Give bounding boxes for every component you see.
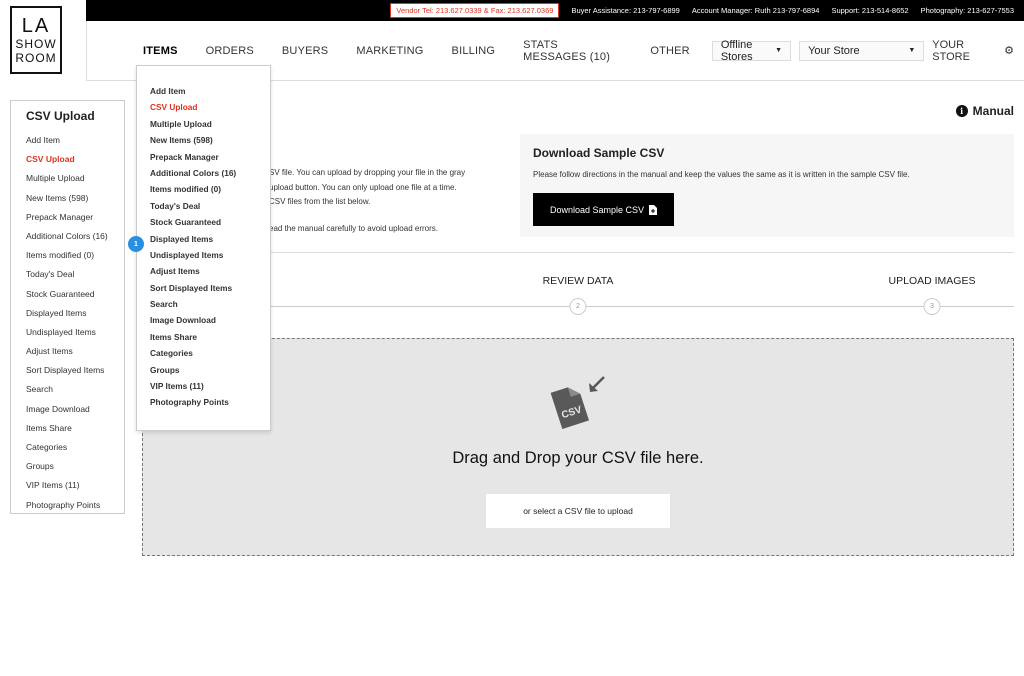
photography-contact: Photography: 213-627-7553 — [920, 6, 1014, 15]
sidebar-item-items-modified[interactable]: Items modified (0) — [26, 246, 124, 265]
step-review-data-label: REVIEW DATA — [542, 275, 614, 287]
nav-orders[interactable]: ORDERS — [206, 45, 254, 57]
dropdown-item-search[interactable]: Search — [150, 296, 270, 312]
dropdown-item-undisplayed-items[interactable]: Undisplayed Items — [150, 247, 270, 263]
vendor-contact: Vendor Tel: 213.627.0339 & Fax: 213.627.… — [390, 3, 560, 18]
nav-stats-messages[interactable]: STATS MESSAGES (10) — [523, 39, 622, 63]
sidebar-item-prepack-manager[interactable]: Prepack Manager — [26, 208, 124, 227]
dropdown-item-additional-colors[interactable]: Additional Colors (16) — [150, 165, 270, 181]
dropdown-item-categories[interactable]: Categories — [150, 345, 270, 361]
dropdown-item-multiple-upload[interactable]: Multiple Upload — [150, 116, 270, 132]
download-sample-panel: Download Sample CSV Please follow direct… — [520, 134, 1014, 237]
la-showroom-logo[interactable]: LA SHOW ROOM — [10, 6, 62, 74]
notification-badge[interactable]: 1 — [128, 236, 144, 252]
instruction-line: SV file. You can upload by dropping your… — [269, 168, 466, 177]
dropdown-item-displayed-items[interactable]: Displayed Items — [150, 231, 270, 247]
select-csv-button[interactable]: or select a CSV file to upload — [486, 494, 670, 528]
nav-billing[interactable]: BILLING — [452, 45, 496, 57]
dropzone-text: Drag and Drop your CSV file here. — [452, 449, 704, 467]
sidebar-item-categories[interactable]: Categories — [26, 438, 124, 457]
download-sample-description: Please follow directions in the manual a… — [533, 170, 910, 179]
offline-stores-select[interactable]: Offline Stores ▼ — [711, 38, 792, 63]
nav-buyers[interactable]: BUYERS — [282, 45, 328, 57]
download-sample-button-label: Download Sample CSV — [549, 204, 645, 215]
dropdown-item-todays-deal[interactable]: Today's Deal — [150, 198, 270, 214]
your-store-menu[interactable]: YOUR STORE ⚙ — [932, 39, 1014, 63]
account-manager: Account Manager: Ruth 213-797-6894 — [691, 6, 820, 15]
dropdown-item-image-download[interactable]: Image Download — [150, 312, 270, 328]
your-store-select-label: Your Store — [808, 44, 860, 57]
download-sample-title: Download Sample CSV — [533, 146, 665, 160]
step-upload-images-label: UPLOAD IMAGES — [888, 275, 976, 287]
chevron-down-icon: ▼ — [908, 47, 916, 54]
info-icon: i — [955, 105, 968, 117]
sidebar-item-csv-upload[interactable]: CSV Upload — [26, 150, 124, 169]
dropdown-item-vip-items[interactable]: VIP Items (11) — [150, 378, 270, 394]
sidebar-item-todays-deal[interactable]: Today's Deal — [26, 265, 124, 284]
support-contact: Support: 213-514-8652 — [831, 6, 909, 15]
sidebar-item-vip-items[interactable]: VIP Items (11) — [26, 476, 124, 495]
dropdown-item-sort-displayed-items[interactable]: Sort Displayed Items — [150, 280, 270, 296]
step-review-data-number: 2 — [569, 298, 587, 315]
file-icon — [649, 204, 658, 215]
step-upload-images-number: 3 — [923, 298, 941, 315]
sidebar-title: CSV Upload — [26, 109, 95, 123]
logo-line3: ROOM — [15, 51, 57, 65]
chevron-down-icon: ▼ — [775, 47, 783, 54]
sidebar-item-adjust-items[interactable]: Adjust Items — [26, 342, 124, 361]
csv-file-icon: CSV — [550, 376, 605, 429]
sidebar-item-search[interactable]: Search — [26, 380, 124, 399]
upload-steps: REVIEW DATA 2 UPLOAD IMAGES 3 — [142, 274, 1014, 324]
offline-stores-label: Offline Stores — [720, 38, 753, 63]
download-sample-button[interactable]: Download Sample CSV — [533, 193, 674, 226]
nav-other[interactable]: OTHER — [650, 45, 690, 57]
sidebar-item-new-items[interactable]: New Items (598) — [26, 189, 124, 208]
sidebar-item-image-download[interactable]: Image Download — [26, 400, 124, 419]
dropdown-item-stock-guaranteed[interactable]: Stock Guaranteed — [150, 214, 270, 230]
instruction-line: CSV files from the list below. — [269, 197, 371, 206]
section-divider — [142, 252, 1014, 253]
dropdown-item-items-modified[interactable]: Items modified (0) — [150, 181, 270, 197]
sidebar-item-sort-displayed-items[interactable]: Sort Displayed Items — [26, 361, 124, 380]
sidebar-item-displayed-items[interactable]: Displayed Items — [26, 304, 124, 323]
gear-icon: ⚙ — [1004, 45, 1014, 57]
instruction-line: ead the manual carefully to avoid upload… — [269, 223, 438, 233]
dropdown-item-items-share[interactable]: Items Share — [150, 329, 270, 345]
sidebar-item-additional-colors[interactable]: Additional Colors (16) — [26, 227, 124, 246]
your-store-label: YOUR STORE — [932, 38, 970, 63]
manual-link[interactable]: i Manual — [955, 104, 1014, 118]
instruction-line: upload button. You can only upload one f… — [269, 182, 457, 192]
sidebar-item-multiple-upload[interactable]: Multiple Upload — [26, 169, 124, 188]
sidebar: CSV Upload Add Item CSV Upload Multiple … — [10, 100, 125, 514]
sidebar-item-undisplayed-items[interactable]: Undisplayed Items — [26, 323, 124, 342]
dropdown-item-add-item[interactable]: Add Item — [150, 83, 270, 99]
dropdown-item-new-items[interactable]: New Items (598) — [150, 132, 270, 148]
buyer-assistance: Buyer Assistance: 213-797-6899 — [571, 6, 680, 15]
upload-instructions: SV file. You can upload by dropping your… — [269, 166, 505, 236]
logo-line2: SHOW — [15, 37, 57, 51]
sidebar-item-photography-points[interactable]: Photography Points — [26, 496, 124, 515]
sidebar-item-items-share[interactable]: Items Share — [26, 419, 124, 438]
csv-dropzone[interactable]: CSV Drag and Drop your CSV file here. or… — [142, 338, 1014, 556]
sidebar-item-stock-guaranteed[interactable]: Stock Guaranteed — [26, 285, 124, 304]
logo-line1: LA — [21, 15, 51, 37]
dropdown-item-prepack-manager[interactable]: Prepack Manager — [150, 149, 270, 165]
sidebar-item-groups[interactable]: Groups — [26, 457, 124, 476]
nav-marketing[interactable]: MARKETING — [356, 45, 423, 57]
dropdown-item-groups[interactable]: Groups — [150, 362, 270, 378]
nav-items[interactable]: ITEMS — [143, 45, 178, 57]
dropdown-item-adjust-items[interactable]: Adjust Items — [150, 263, 270, 279]
dropdown-item-csv-upload[interactable]: CSV Upload — [150, 99, 270, 115]
dropdown-item-photography-points[interactable]: Photography Points — [150, 394, 270, 410]
your-store-select[interactable]: Your Store ▼ — [799, 40, 925, 61]
sidebar-item-add-item[interactable]: Add Item — [26, 131, 124, 150]
items-dropdown-menu: Add Item CSV Upload Multiple Upload New … — [136, 65, 271, 431]
contact-bar: Vendor Tel: 213.627.0339 & Fax: 213.627.… — [86, 0, 1024, 21]
manual-label: Manual — [972, 104, 1014, 118]
